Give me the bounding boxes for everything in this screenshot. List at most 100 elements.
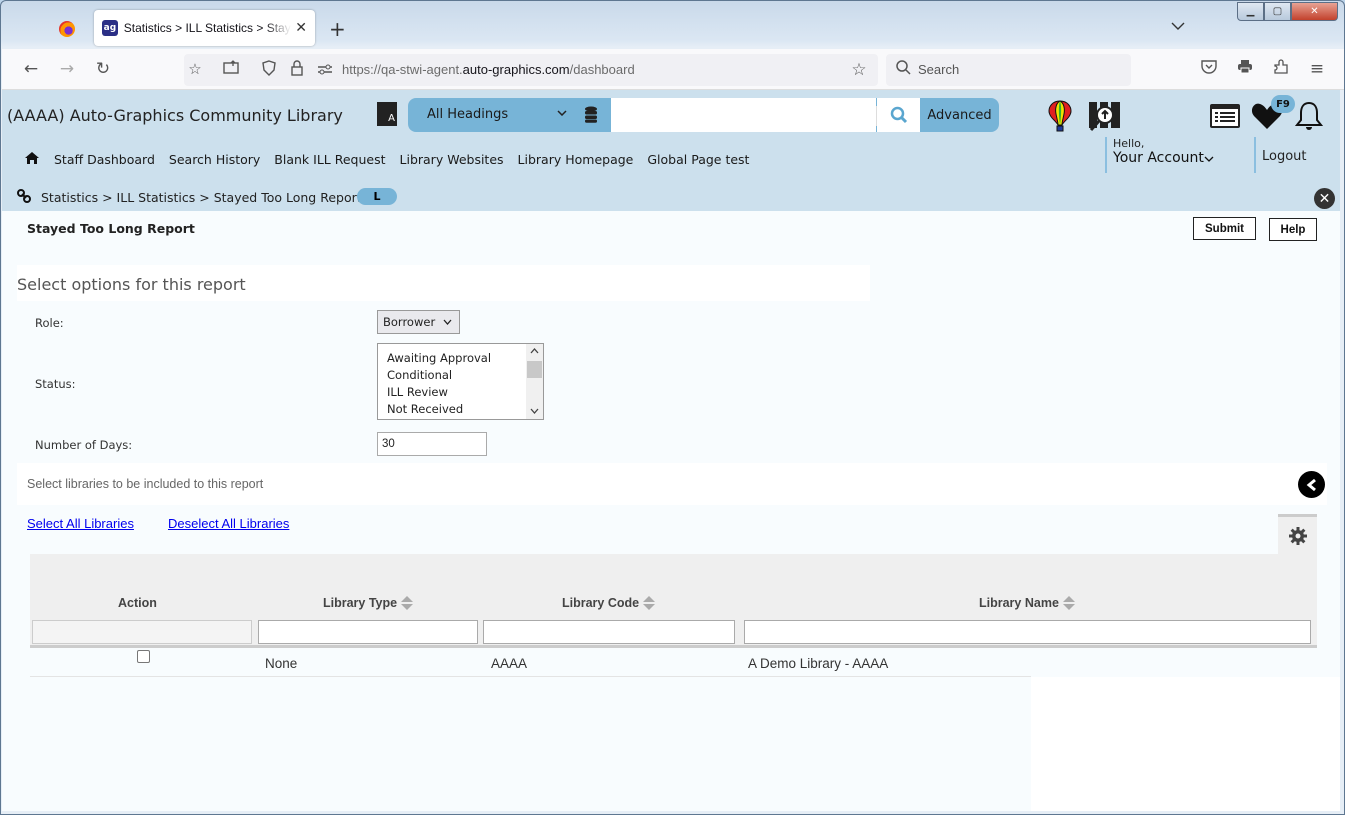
share-icon[interactable] xyxy=(220,60,242,78)
days-label: Number of Days: xyxy=(35,438,133,452)
search-button[interactable] xyxy=(877,98,920,132)
url-text: https://qa-stwi-agent.auto-graphics.com/… xyxy=(342,62,635,77)
window-controls: ▁ ▢ ✕ xyxy=(1237,2,1338,21)
app-menu-icon[interactable]: ≡ xyxy=(1306,59,1328,79)
site-favicon-icon: ag xyxy=(102,20,118,36)
status-scrollbar[interactable] xyxy=(526,344,543,419)
account-label: Your Account xyxy=(1113,150,1204,166)
scrollbar-thumb[interactable] xyxy=(527,361,542,378)
menu-staff-dashboard[interactable]: Staff Dashboard xyxy=(54,152,155,167)
number-of-days-input[interactable] xyxy=(377,432,487,456)
extensions-icon[interactable] xyxy=(1270,59,1292,80)
menu-blank-ill-request[interactable]: Blank ILL Request xyxy=(274,152,385,167)
main-menu: Staff Dashboard Search History Blank ILL… xyxy=(24,150,763,169)
pocket-icon[interactable] xyxy=(1198,59,1220,79)
status-option[interactable]: Not Received xyxy=(387,402,463,416)
library-name-filter-input[interactable] xyxy=(744,620,1311,644)
status-label: Status: xyxy=(35,377,76,391)
app-content: (AAAA) Auto-Graphics Community Library A… xyxy=(2,90,1340,811)
minimize-button[interactable]: ▁ xyxy=(1237,2,1264,21)
permissions-icon[interactable] xyxy=(314,60,336,80)
browser-search-placeholder: Search xyxy=(918,62,960,77)
level-badge[interactable]: L xyxy=(357,188,397,205)
menu-library-websites[interactable]: Library Websites xyxy=(400,152,504,167)
catalog-search-input[interactable] xyxy=(611,98,876,132)
library-code-filter-input[interactable] xyxy=(483,620,735,644)
chevron-down-icon xyxy=(443,317,452,328)
chevron-down-icon[interactable] xyxy=(557,105,567,119)
search-scope-select[interactable]: All Headings xyxy=(427,107,508,122)
scroll-up-icon xyxy=(530,348,539,354)
libraries-panel: Select libraries to be included to this … xyxy=(17,463,1327,505)
menu-library-homepage[interactable]: Library Homepage xyxy=(518,152,634,167)
hot-air-balloon-icon[interactable] xyxy=(1048,100,1072,136)
menu-search-history[interactable]: Search History xyxy=(169,152,260,167)
role-value: Borrower xyxy=(383,315,436,329)
your-account-dropdown[interactable]: Your Account xyxy=(1113,150,1214,166)
forward-button[interactable]: → xyxy=(56,59,78,79)
role-select[interactable]: Borrower xyxy=(377,310,460,334)
library-name: (AAAA) Auto-Graphics Community Library xyxy=(7,106,343,125)
close-page-icon[interactable]: ✕ xyxy=(1314,188,1335,209)
url-bar[interactable]: ☆ https://qa-stwi-agent.auto-graphics.co… xyxy=(184,54,878,86)
notifications-bell-icon[interactable] xyxy=(1294,100,1324,136)
new-tab-button[interactable]: + xyxy=(329,17,346,41)
browser-tab-active[interactable]: ag Statistics > ILL Statistics > Stayed … xyxy=(94,10,315,46)
options-panel: Select options for this report xyxy=(17,265,870,301)
deselect-all-libraries-link[interactable]: Deselect All Libraries xyxy=(168,516,289,531)
action-filter xyxy=(32,620,252,644)
grid-settings-button[interactable] xyxy=(1278,514,1317,554)
browser-search-box[interactable]: Search xyxy=(886,54,1131,86)
table-row: None AAAA A Demo Library - AAAA xyxy=(30,648,1317,676)
gear-icon xyxy=(1288,526,1307,545)
row-divider xyxy=(30,676,1031,677)
sort-icon[interactable] xyxy=(1062,596,1075,610)
menu-global-page-test[interactable]: Global Page test xyxy=(647,152,749,167)
help-button[interactable]: Help xyxy=(1269,218,1317,241)
bookmark-star-icon[interactable]: ☆ xyxy=(848,60,870,80)
search-icon xyxy=(892,60,914,80)
reload-button[interactable]: ↻ xyxy=(92,59,114,79)
chevron-down-icon xyxy=(1204,156,1214,162)
sort-icon[interactable] xyxy=(643,596,656,610)
collapse-panel-icon[interactable] xyxy=(1298,471,1325,498)
column-header-library-code[interactable]: Library Code xyxy=(562,596,656,610)
status-option[interactable]: Awaiting Approval xyxy=(387,351,491,365)
account-menu[interactable]: Hello, Your Account xyxy=(1105,137,1214,173)
hello-text: Hello, xyxy=(1113,137,1145,150)
f9-shortcut-badge: F9 xyxy=(1271,95,1295,113)
advanced-search-button[interactable]: Advanced xyxy=(920,98,999,132)
home-icon[interactable] xyxy=(24,150,40,169)
list-all-tabs-button[interactable] xyxy=(1171,19,1185,33)
status-option[interactable]: ILL Review xyxy=(387,385,448,399)
tracking-protection-shield-icon[interactable] xyxy=(258,60,280,81)
status-option[interactable]: Conditional xyxy=(387,368,452,382)
navigation-toolbar: ← → ↻ ☆ https://qa-stwi-agent.auto-graph… xyxy=(2,49,1344,90)
print-icon[interactable] xyxy=(1234,59,1256,79)
status-multiselect[interactable]: Awaiting Approval Conditional ILL Review… xyxy=(377,343,544,420)
bookmark-page-icon[interactable]: ☆ xyxy=(184,60,206,78)
database-icon[interactable] xyxy=(584,106,598,123)
logout-link[interactable]: Logout xyxy=(1254,137,1307,173)
firefox-logo-icon xyxy=(59,21,75,37)
row-select-checkbox[interactable] xyxy=(137,650,150,663)
search-group: All Headings Advanced xyxy=(408,98,999,132)
maximize-button[interactable]: ▢ xyxy=(1264,2,1291,21)
lock-icon[interactable] xyxy=(286,60,308,81)
language-translate-icon[interactable]: A xyxy=(377,102,397,126)
back-button[interactable]: ← xyxy=(20,59,42,79)
breadcrumb-bar: Statistics > ILL Statistics > Stayed Too… xyxy=(2,182,1340,211)
library-type-filter-input[interactable] xyxy=(258,620,478,644)
close-window-button[interactable]: ✕ xyxy=(1291,2,1338,21)
sort-icon[interactable] xyxy=(401,596,414,610)
tab-close-icon[interactable]: ✕ xyxy=(295,20,307,36)
submit-button[interactable]: Submit xyxy=(1193,217,1256,240)
list-icon[interactable] xyxy=(1209,103,1241,133)
column-header-library-name[interactable]: Library Name xyxy=(979,596,1075,610)
discovery-upload-icon[interactable] xyxy=(1088,100,1122,136)
link-chain-icon xyxy=(17,189,31,207)
library-code-cell: AAAA xyxy=(491,656,528,671)
column-header-library-type[interactable]: Library Type xyxy=(323,596,414,610)
select-all-libraries-link[interactable]: Select All Libraries xyxy=(27,516,134,531)
library-name-cell: A Demo Library - AAAA xyxy=(748,656,889,671)
